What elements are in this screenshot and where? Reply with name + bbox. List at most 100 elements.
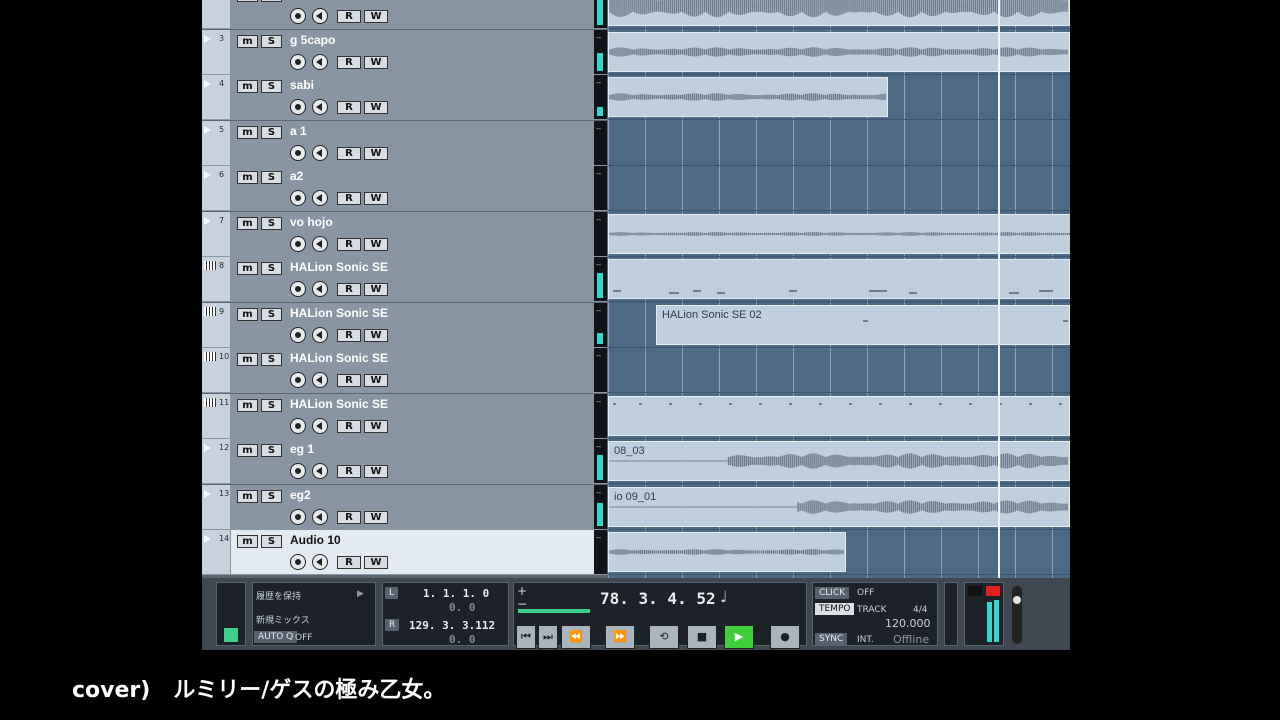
track-header[interactable]: 5 mSa 1 R W -- (202, 120, 607, 166)
solo-button[interactable]: S (261, 307, 282, 321)
track-strip[interactable]: 13 (202, 484, 231, 529)
clip-indicator-icon[interactable] (986, 586, 1000, 596)
right-locator-label[interactable]: R (385, 619, 400, 631)
monitor-icon[interactable] (312, 417, 328, 434)
mute-button[interactable]: m (237, 80, 258, 93)
track-lane[interactable] (608, 75, 1070, 120)
midi-part[interactable] (608, 259, 1070, 299)
audio-event[interactable] (608, 31, 1070, 72)
expand-track-icon[interactable] (204, 444, 211, 452)
audio-event[interactable]: 08_03 (608, 441, 1070, 481)
track-name[interactable]: a2 (290, 169, 395, 183)
track-header[interactable]: 8 m S HALion Sonic SE R W -- (202, 257, 607, 302)
read-automation-button[interactable]: R (337, 237, 361, 251)
track-lane[interactable] (608, 348, 1070, 393)
track-name[interactable]: g 5capo (290, 33, 395, 47)
record-enable-icon[interactable] (290, 8, 306, 24)
auto-q-value[interactable]: OFF (295, 633, 312, 643)
history-keep-label[interactable]: 履歴を保持 (256, 589, 301, 602)
expand-track-icon[interactable] (204, 171, 211, 179)
track-name[interactable]: HALion Sonic SE (290, 306, 395, 320)
write-automation-button[interactable]: W (364, 374, 388, 387)
midi-part[interactable]: HALion Sonic SE 02 (656, 304, 1070, 345)
read-automation-button[interactable]: R (337, 556, 361, 569)
write-automation-button[interactable]: W (364, 465, 388, 478)
write-automation-button[interactable]: W (364, 237, 388, 251)
new-mix-label[interactable]: 新規ミックス (256, 613, 310, 626)
read-automation-button[interactable]: R (337, 192, 361, 205)
write-automation-button[interactable]: W (364, 10, 388, 23)
mute-button[interactable]: m (237, 444, 258, 457)
solo-button[interactable]: S (261, 489, 282, 503)
track-header[interactable]: 13 m Seg2 R W -- (202, 484, 607, 530)
mute-button[interactable]: m (237, 262, 258, 275)
track-name[interactable]: a 1 (290, 124, 395, 138)
write-automation-button[interactable]: W (364, 101, 388, 114)
fast-forward-icon[interactable]: ⏩ (605, 625, 635, 649)
track-lane[interactable] (608, 166, 1070, 211)
track-name[interactable]: eg 1 (290, 442, 395, 456)
track-strip[interactable]: 12 (202, 439, 231, 483)
track-header[interactable]: 12 m Seg 1 R W -- (202, 439, 607, 484)
solo-button[interactable]: S (261, 125, 282, 139)
track-lane[interactable] (608, 121, 1070, 166)
track-name[interactable]: vo hojo (290, 215, 395, 229)
record-icon[interactable]: ● (770, 625, 800, 649)
mute-button[interactable]: m (237, 489, 258, 503)
track-name[interactable]: HALion Sonic SE (290, 397, 395, 411)
plus-label[interactable]: + (517, 584, 527, 598)
write-automation-button[interactable]: W (364, 419, 388, 433)
track-name[interactable]: HALion Sonic SE (290, 351, 395, 365)
read-automation-button[interactable]: R (337, 328, 361, 342)
record-enable-icon[interactable] (290, 99, 306, 115)
read-automation-button[interactable]: R (337, 55, 361, 69)
track-header[interactable]: 9 m S HALion Sonic SE R W -- (202, 302, 607, 348)
write-automation-button[interactable]: W (364, 328, 388, 342)
mute-button[interactable]: m (237, 216, 258, 230)
read-automation-button[interactable]: R (337, 510, 361, 524)
go-to-start-icon[interactable]: ⏮ (516, 625, 536, 649)
write-automation-button[interactable]: W (364, 556, 388, 569)
solo-button[interactable]: S (261, 171, 282, 184)
sync-label[interactable]: SYNC (815, 633, 848, 645)
master-fader[interactable] (1012, 586, 1022, 644)
position-display[interactable]: 78. 3. 4. 52 (600, 589, 716, 608)
audio-event[interactable]: io 09_01 (608, 486, 1070, 527)
solo-button[interactable]: S (261, 80, 282, 93)
monitor-icon[interactable] (312, 53, 328, 70)
track-lane[interactable] (608, 30, 1070, 75)
expand-track-icon[interactable] (204, 489, 211, 498)
track-strip[interactable]: 11 (202, 393, 231, 438)
solo-button[interactable]: S (261, 34, 282, 48)
mute-button[interactable]: m (237, 398, 258, 412)
record-enable-icon[interactable] (290, 326, 306, 343)
track-lane[interactable] (608, 212, 1070, 257)
write-automation-button[interactable]: W (364, 55, 388, 69)
monitor-icon[interactable] (312, 235, 328, 252)
audio-event[interactable] (608, 532, 846, 572)
track-header[interactable]: 11 m S HALion Sonic SE R W -- (202, 393, 607, 439)
tempo-value[interactable]: 120.000 (885, 617, 931, 630)
mute-button[interactable]: m (237, 34, 258, 48)
track-strip[interactable] (202, 0, 231, 28)
track-header[interactable]: mS RW -- (202, 0, 607, 29)
monitor-icon[interactable] (312, 144, 328, 161)
record-enable-icon[interactable] (290, 144, 306, 161)
solo-button[interactable]: S (261, 216, 282, 230)
read-automation-button[interactable]: R (337, 101, 361, 114)
read-automation-button[interactable]: R (337, 10, 361, 23)
track-lane[interactable] (608, 257, 1070, 302)
record-enable-icon[interactable] (290, 554, 306, 570)
track-name[interactable]: sabi (290, 78, 395, 92)
track-header[interactable]: 14 m S Audio 10 R W -- (202, 530, 607, 575)
record-enable-icon[interactable] (290, 508, 306, 525)
expand-track-icon[interactable] (204, 34, 211, 43)
track-lane[interactable] (608, 394, 1070, 439)
left-locator-value[interactable]: 1. 1. 1. 0 (423, 587, 489, 600)
mute-button[interactable]: m (237, 0, 258, 2)
track-lane[interactable]: HALion Sonic SE 02 (608, 303, 1070, 348)
write-automation-button[interactable]: W (364, 510, 388, 524)
track-header[interactable]: 6 m Sa2 R W -- (202, 166, 607, 211)
monitor-icon[interactable] (312, 190, 328, 206)
record-enable-icon[interactable] (290, 190, 306, 206)
